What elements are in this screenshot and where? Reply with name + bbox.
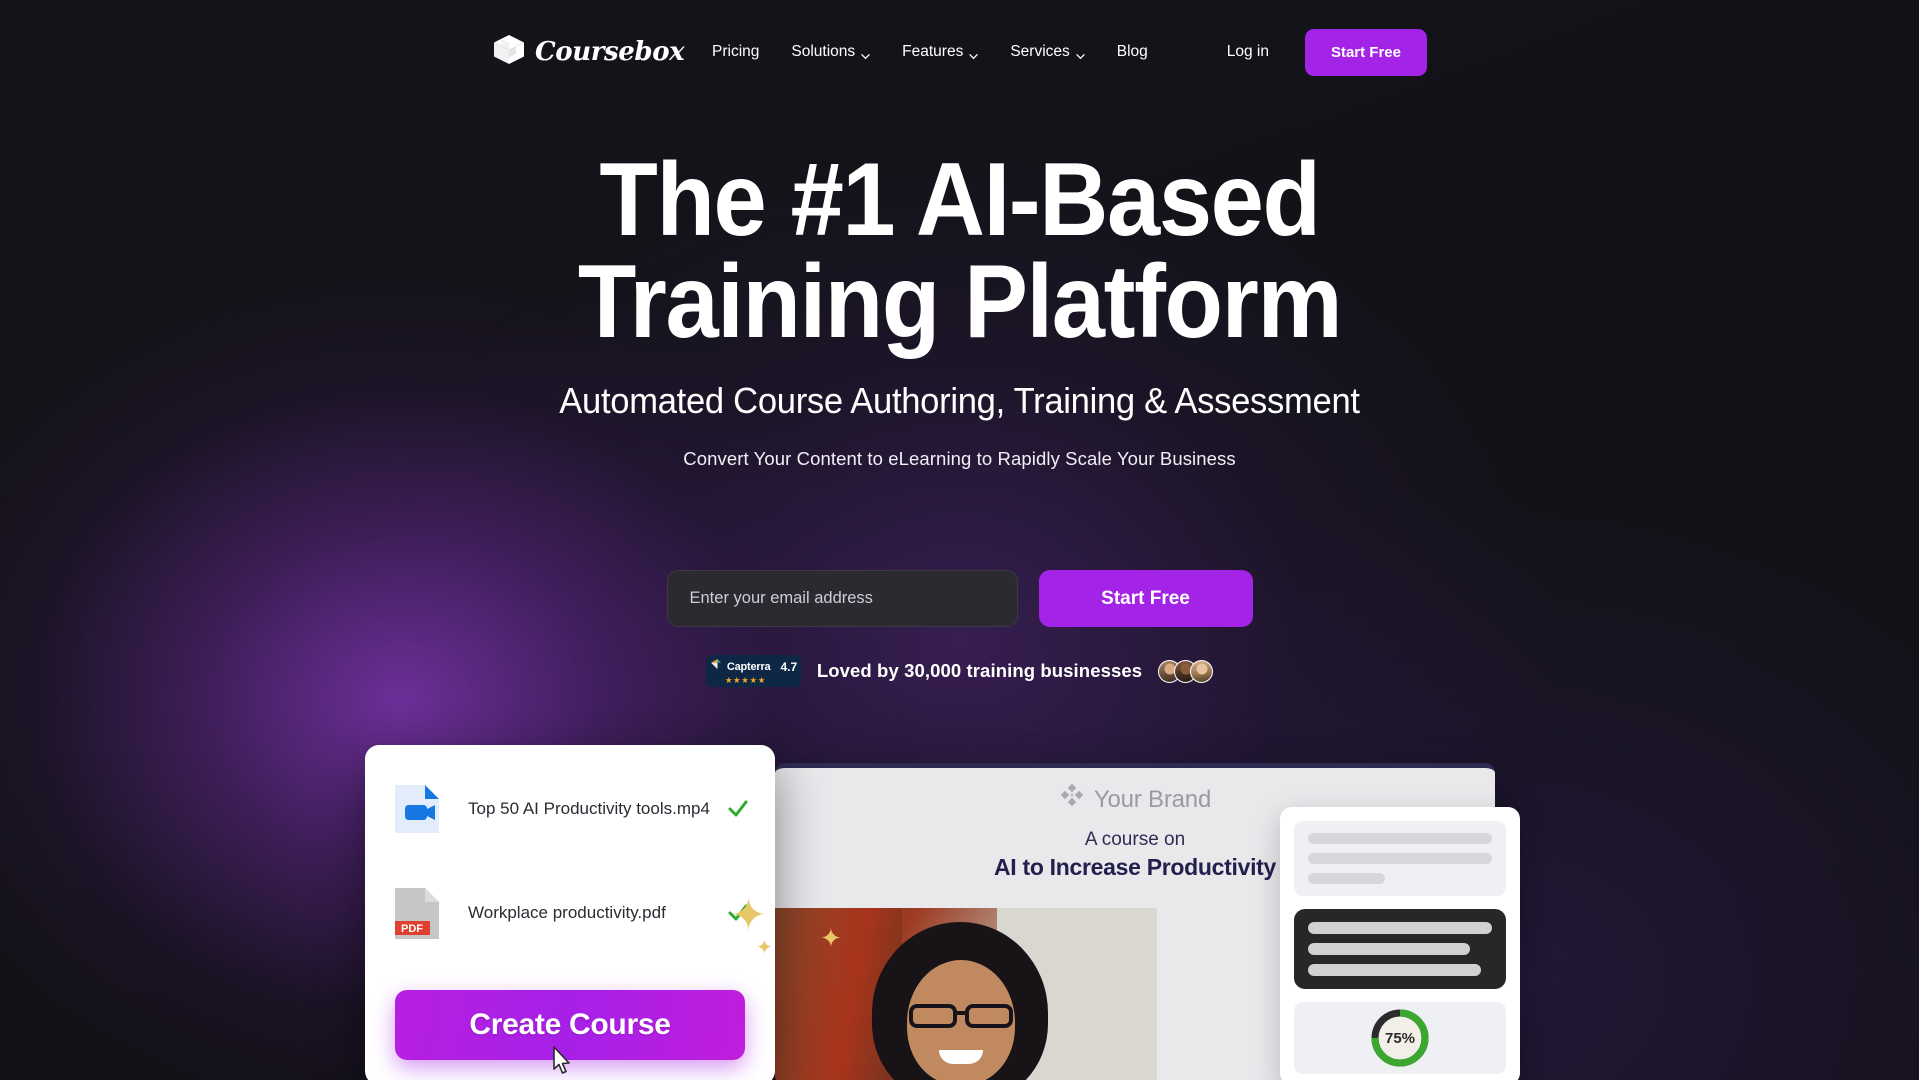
nav-start-free-button[interactable]: Start Free bbox=[1304, 28, 1427, 76]
your-brand-label: Your Brand bbox=[1093, 785, 1212, 813]
signup-form: Start Free bbox=[0, 570, 1919, 627]
progress-value: 75% bbox=[1384, 1029, 1416, 1047]
social-proof-row: Capterra 4.7 ★★★★★ Loved by 30,000 train… bbox=[0, 655, 1919, 687]
green-check-icon bbox=[727, 798, 749, 820]
your-brand-diamond-icon bbox=[1059, 783, 1085, 815]
brand-logo[interactable]: Coursebox bbox=[492, 33, 685, 71]
nav-item-pricing[interactable]: Pricing bbox=[696, 43, 775, 61]
nav-links: Pricing Solutions Features Services Blog bbox=[696, 43, 1164, 61]
hero-title-line-2: Training Platform bbox=[577, 243, 1343, 360]
nav-right-group: Log in Start Free bbox=[1205, 28, 1427, 76]
skeleton-card-light bbox=[1294, 821, 1506, 896]
eyeglasses bbox=[909, 1004, 1013, 1028]
sparkle-icon: ✦ bbox=[756, 937, 773, 959]
file-name: Top 50 AI Productivity tools.mp4 bbox=[468, 799, 710, 818]
top-navigation-bar: Coursebox Pricing Solutions Features Ser… bbox=[0, 0, 1919, 104]
capterra-score: 4.7 bbox=[780, 660, 798, 675]
email-field[interactable] bbox=[666, 570, 1018, 627]
capterra-stars: ★★★★★ bbox=[724, 675, 766, 686]
nav-item-label: Services bbox=[1010, 43, 1070, 60]
nav-item-label: Pricing bbox=[712, 43, 760, 60]
avatar-group bbox=[1158, 659, 1214, 683]
nav-item-label: Blog bbox=[1116, 43, 1148, 60]
hero-tagline: Convert Your Content to eLearning to Rap… bbox=[683, 447, 1236, 469]
list-item[interactable]: PDF Workplace productivity.pdf bbox=[365, 861, 775, 965]
hero-start-free-button[interactable]: Start Free bbox=[1038, 570, 1253, 627]
pdf-file-icon: PDF bbox=[391, 885, 443, 941]
avatar bbox=[1190, 659, 1214, 683]
sparkle-icon: ✦ bbox=[730, 891, 767, 940]
product-screenshot-mockup: Your Brand A course on AI to Increase Pr… bbox=[0, 745, 1919, 1080]
file-upload-card: Top 50 AI Productivity tools.mp4 PDF Wor… bbox=[365, 745, 775, 1080]
hero-section: The #1 AI-Based Training Platform Automa… bbox=[0, 148, 1919, 470]
nav-item-label: Solutions bbox=[791, 43, 856, 60]
capterra-rating-badge[interactable]: Capterra 4.7 ★★★★★ bbox=[705, 655, 801, 687]
hero-title-line-1: The #1 AI-Based bbox=[599, 142, 1321, 258]
login-link[interactable]: Log in bbox=[1205, 43, 1291, 61]
social-proof-text: Loved by 30,000 training businesses bbox=[816, 660, 1143, 681]
hero-subtitle: Automated Course Authoring, Training & A… bbox=[559, 379, 1360, 421]
capterra-label: Capterra bbox=[726, 661, 771, 674]
nav-item-label: Features bbox=[902, 43, 964, 60]
mouse-pointer-icon bbox=[550, 1045, 572, 1077]
cube-box-icon bbox=[492, 33, 526, 71]
chevron-down-icon bbox=[861, 48, 870, 59]
list-item[interactable]: Top 50 AI Productivity tools.mp4 bbox=[365, 757, 775, 861]
page-title: The #1 AI-Based Training Platform bbox=[77, 148, 1842, 360]
skeleton-card-dark bbox=[1294, 909, 1506, 989]
svg-text:PDF: PDF bbox=[401, 923, 423, 935]
file-name: Workplace productivity.pdf bbox=[468, 903, 666, 922]
progress-card: 75% bbox=[1294, 1002, 1506, 1074]
nav-item-features[interactable]: Features bbox=[886, 43, 994, 61]
chevron-down-icon bbox=[1076, 48, 1085, 59]
brand-name: Coursebox bbox=[535, 37, 685, 67]
sparkle-icon: ✦ bbox=[820, 923, 842, 953]
nav-item-blog[interactable]: Blog bbox=[1101, 43, 1164, 61]
capterra-flag-icon bbox=[710, 658, 724, 676]
nav-item-solutions[interactable]: Solutions bbox=[775, 43, 886, 61]
video-file-icon bbox=[391, 781, 443, 837]
course-content-panel: 75% bbox=[1280, 807, 1520, 1080]
progress-donut: 75% bbox=[1368, 1006, 1432, 1070]
chevron-down-icon bbox=[969, 48, 979, 59]
nav-item-services[interactable]: Services bbox=[994, 43, 1100, 61]
